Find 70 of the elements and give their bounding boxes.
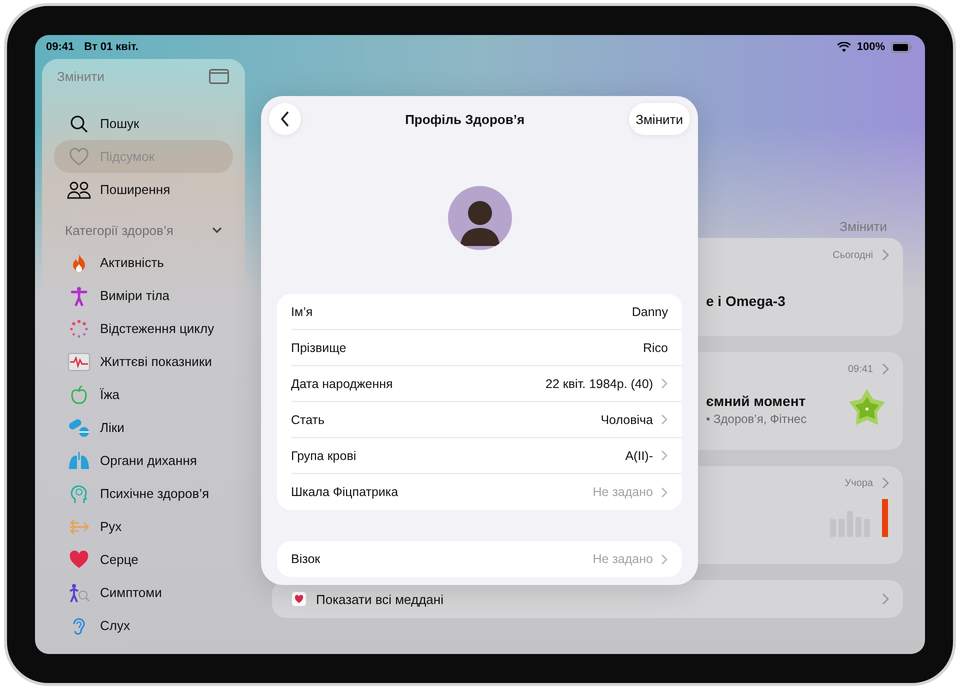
section-title: Категорії здоров’я <box>65 222 174 238</box>
wifi-icon <box>836 42 851 52</box>
person-magnifier-icon <box>68 582 90 602</box>
dotted-ring-icon <box>69 318 89 338</box>
arrows-icon <box>68 516 90 536</box>
chevron-icon <box>881 477 889 489</box>
status-time: 09:41 <box>46 41 74 53</box>
apple-icon <box>69 384 89 404</box>
activity-bars-drawing <box>830 499 888 537</box>
category-item[interactable]: Ліки <box>54 411 233 444</box>
category-item[interactable]: Серце <box>54 543 233 576</box>
card-time: Сьогодні <box>832 250 873 260</box>
heart-badge-icon <box>292 592 306 606</box>
row-label: Дата народження <box>291 376 394 390</box>
card-time: Учора <box>844 478 873 488</box>
profile-row[interactable]: Дата народження 22 квіт. 1984р. (40) <box>291 366 682 402</box>
chevron-icon <box>881 363 889 375</box>
card-title: ємний момент <box>706 392 807 408</box>
row-label: Ім’я <box>291 304 314 318</box>
people-icon <box>67 180 91 198</box>
row-label: Група крові <box>291 448 358 462</box>
edit-button[interactable]: Змінити <box>628 103 690 135</box>
heart-outline-icon <box>67 148 91 166</box>
back-chevron-icon <box>280 111 290 127</box>
status-date: Вт 01 квіт. <box>84 41 138 53</box>
card-subtitle: • Здоров’я, Фітнес <box>706 412 807 426</box>
card-time: 09:41 <box>848 364 873 374</box>
sidebar-item[interactable]: Пошук <box>54 107 233 140</box>
category-item[interactable]: Їжа <box>54 378 233 411</box>
show-all-label: Показати всі меддані <box>316 592 444 606</box>
category-item[interactable]: Життєві показники <box>54 345 233 378</box>
chevron-icon <box>881 249 889 261</box>
pills-icon <box>68 418 90 438</box>
chevron-icon <box>881 593 889 605</box>
row-value: A(II)- <box>625 448 653 462</box>
category-item[interactable]: Відстеження циклу <box>54 312 233 345</box>
heart-icon <box>69 550 89 570</box>
sidebar-item[interactable]: Поширення <box>54 173 233 206</box>
category-item[interactable]: Виміри тіла <box>54 279 233 312</box>
category-item[interactable]: Органи дихання <box>54 444 233 477</box>
category-item[interactable]: Симптоми <box>54 576 233 609</box>
profile-row[interactable]: Візок Не задано <box>291 541 682 577</box>
sheet-title: Профіль Здоров’я <box>405 112 525 126</box>
row-value: Rico <box>642 340 668 354</box>
card-title: е і Omega-3 <box>706 293 786 309</box>
category-item[interactable]: Активність <box>54 246 233 279</box>
profile-row[interactable]: Група крові A(II)- <box>291 438 682 474</box>
category-item[interactable]: Рух <box>54 510 233 543</box>
row-value: 22 квіт. 1984р. (40) <box>546 376 653 390</box>
battery-percent: 100% <box>856 41 885 53</box>
row-label: Прізвище <box>291 340 348 354</box>
head-icon <box>69 484 89 504</box>
heartbeat-chart-icon <box>68 352 90 370</box>
row-label: Візок <box>291 552 322 566</box>
battery-icon <box>891 42 913 52</box>
category-item[interactable]: Психічне здоров’я <box>54 477 233 510</box>
show-all-row[interactable]: Показати всі меддані <box>272 580 903 618</box>
back-button[interactable] <box>269 103 301 135</box>
row-value: Чоловіча <box>600 412 653 426</box>
row-label: Шкала Фіцпатрика <box>291 485 400 499</box>
row-value: Не задано <box>592 552 653 566</box>
category-item[interactable]: Слух <box>54 609 233 642</box>
profile-row[interactable]: Шкала Фіцпатрика Не задано <box>291 474 682 510</box>
figure-icon <box>69 286 89 306</box>
row-value: Не задано <box>592 485 653 499</box>
sidebar-toggle-icon[interactable] <box>209 68 229 84</box>
row-label: Стать <box>291 412 326 426</box>
profile-row[interactable]: Стать Чоловіча <box>291 402 682 438</box>
lungs-icon <box>68 450 90 470</box>
row-value: Danny <box>632 304 668 318</box>
